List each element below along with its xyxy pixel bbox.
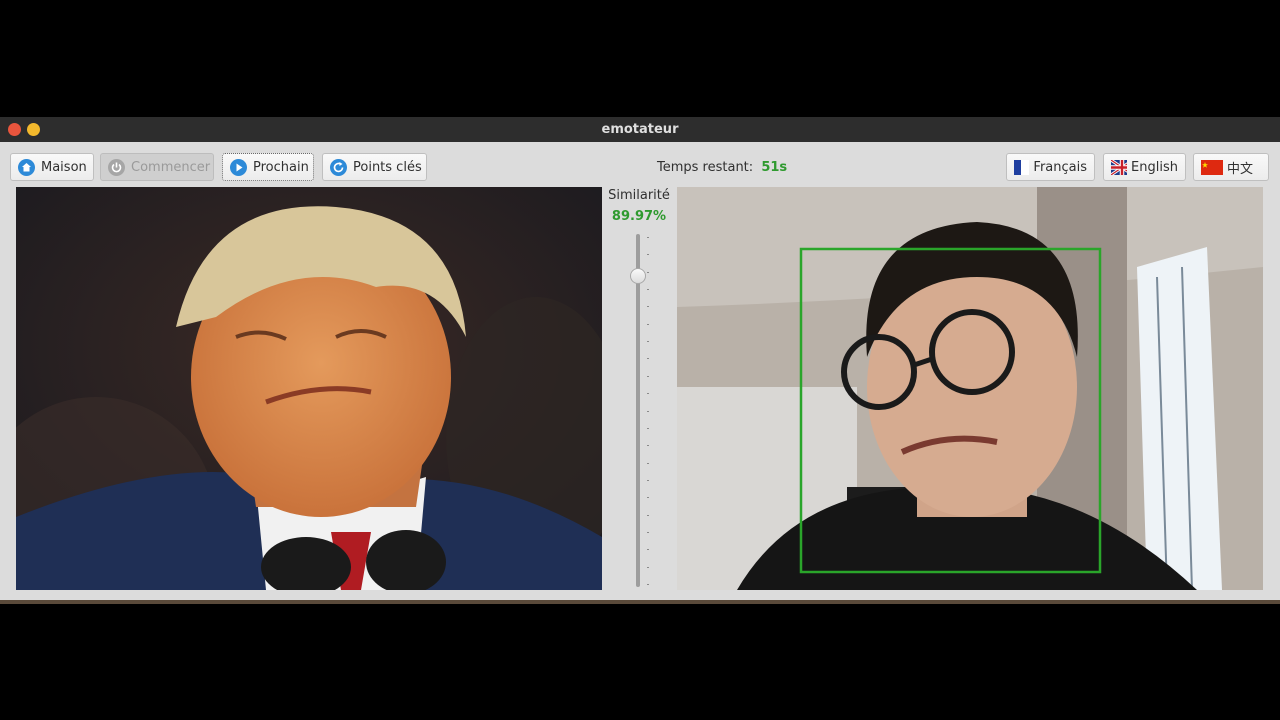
slider-tick <box>647 462 649 464</box>
slider-tick <box>647 375 649 377</box>
slider-tick <box>647 531 649 533</box>
slider-tick <box>647 323 649 325</box>
webcam-feed <box>677 187 1263 590</box>
slider-tick <box>647 497 649 499</box>
france-flag-icon <box>1014 159 1030 175</box>
time-remaining-value: 51s <box>761 160 788 175</box>
china-flag-icon <box>1201 159 1223 175</box>
slider-tick <box>647 306 649 308</box>
slider-tick <box>647 549 649 551</box>
app-window: emotateur Maison Commencer Prochain Poin… <box>0 117 1280 603</box>
slider-tick <box>647 445 649 447</box>
taskbar-strip <box>0 600 1280 604</box>
power-icon <box>108 158 125 176</box>
similarity-slider-handle[interactable] <box>630 268 646 284</box>
keypoints-button[interactable]: Points clés <box>322 153 427 181</box>
language-french-label: Français <box>1033 159 1087 175</box>
uk-flag-icon <box>1111 159 1128 175</box>
slider-tick <box>647 341 649 343</box>
similarity-slider[interactable] <box>636 234 640 587</box>
time-remaining-label: Temps restant: <box>657 160 754 175</box>
play-icon <box>230 158 247 176</box>
slider-tick <box>647 237 649 238</box>
language-english-label: English <box>1131 159 1178 175</box>
slider-tick <box>647 584 649 585</box>
keypoints-button-label: Points clés <box>353 159 422 175</box>
slider-tick <box>647 393 649 395</box>
slider-tick <box>647 271 649 273</box>
slider-tick <box>647 254 649 256</box>
next-button[interactable]: Prochain <box>222 153 314 181</box>
slider-tick <box>647 566 649 568</box>
home-icon <box>18 158 35 176</box>
refresh-icon <box>330 158 347 176</box>
language-chinese-label: 中文 <box>1227 161 1254 177</box>
home-button-label: Maison <box>41 159 87 175</box>
slider-tick <box>647 479 649 481</box>
language-french-button[interactable]: Français <box>1006 153 1095 181</box>
reference-image <box>16 187 602 590</box>
similarity-value: 89.97% <box>611 209 667 224</box>
time-remaining: Temps restant: 51s <box>657 160 787 175</box>
similarity-label: Similarité <box>608 188 670 203</box>
language-chinese-button[interactable]: 中文 <box>1193 153 1269 181</box>
window-title: emotateur <box>601 122 679 137</box>
home-button[interactable]: Maison <box>10 153 94 181</box>
title-bar: emotateur <box>0 117 1280 142</box>
language-english-button[interactable]: English <box>1103 153 1186 181</box>
slider-tick <box>647 514 649 516</box>
next-button-label: Prochain <box>253 159 309 175</box>
slider-tick <box>647 358 649 360</box>
start-button[interactable]: Commencer <box>100 153 214 181</box>
slider-tick <box>647 427 649 429</box>
start-button-label: Commencer <box>131 159 211 175</box>
slider-tick <box>647 410 649 412</box>
slider-tick <box>647 289 649 291</box>
